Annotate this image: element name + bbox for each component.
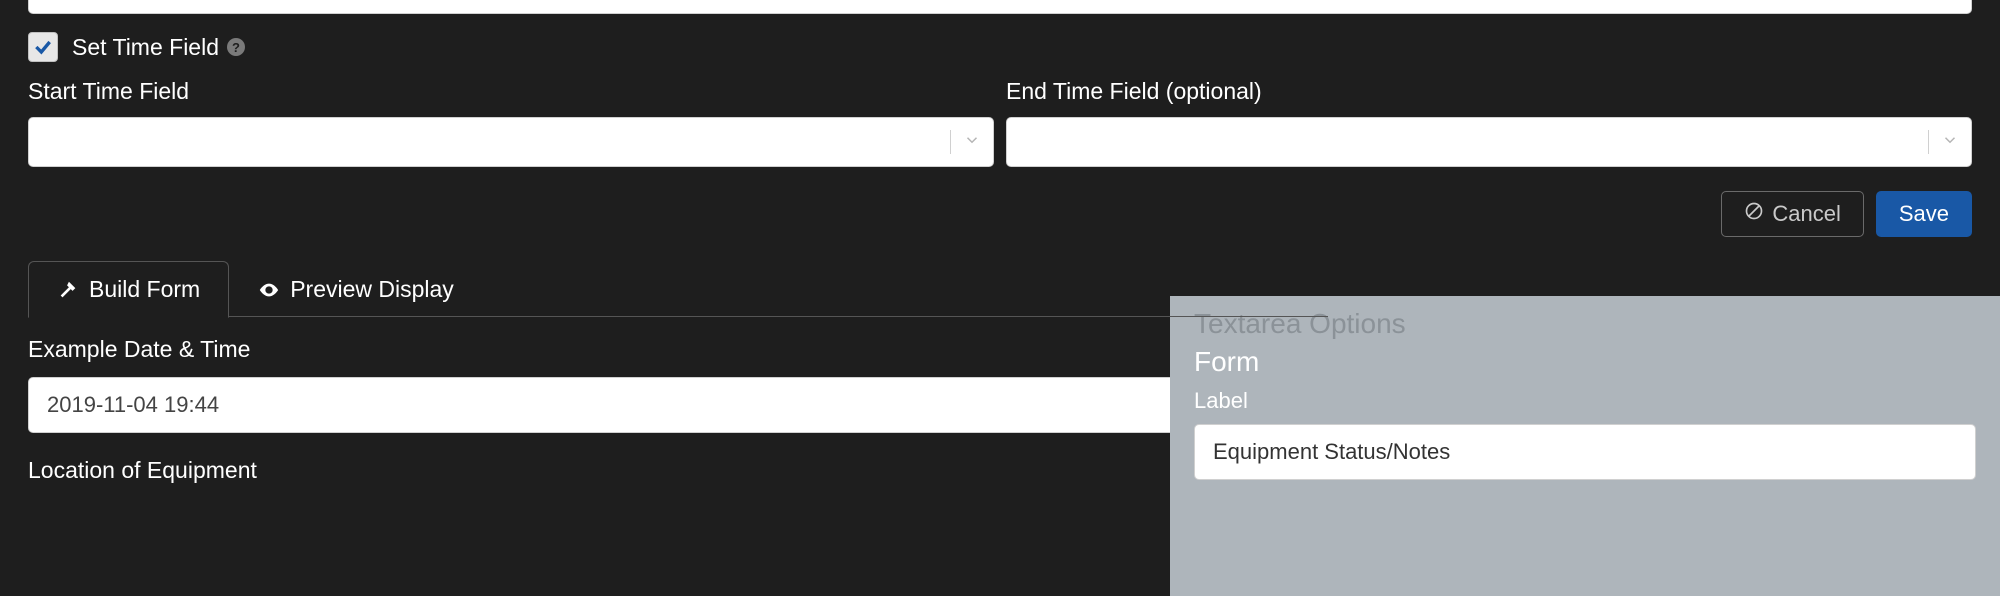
end-time-label: End Time Field (optional) xyxy=(1006,78,1972,105)
chevron-down-icon xyxy=(963,129,981,155)
set-time-field-text: Set Time Field xyxy=(72,34,219,61)
time-fields-row: Start Time Field End Time Field (optiona… xyxy=(28,78,1972,167)
start-time-label: Start Time Field xyxy=(28,78,994,105)
top-input-partial[interactable] xyxy=(28,0,1972,14)
check-icon xyxy=(33,37,53,57)
select-divider xyxy=(1928,130,1929,154)
set-time-field-checkbox[interactable] xyxy=(28,32,58,62)
cancel-button[interactable]: Cancel xyxy=(1721,191,1863,237)
tab-preview-display[interactable]: Preview Display xyxy=(229,261,483,317)
button-row: Cancel Save xyxy=(28,191,1972,237)
cancel-icon xyxy=(1744,201,1764,227)
set-time-field-label: Set Time Field ? xyxy=(72,34,245,61)
start-time-select[interactable] xyxy=(28,117,994,167)
tab-build-label: Build Form xyxy=(89,276,200,303)
tab-build-form[interactable]: Build Form xyxy=(28,261,229,318)
date-input-group xyxy=(28,377,1342,433)
save-label: Save xyxy=(1899,201,1949,227)
panel-section: Form xyxy=(1194,346,1976,378)
cancel-label: Cancel xyxy=(1772,201,1840,227)
tab-preview-label: Preview Display xyxy=(290,276,454,303)
panel-label: Label xyxy=(1194,388,1976,414)
eye-icon xyxy=(258,279,280,301)
hammer-icon xyxy=(57,279,79,301)
start-time-col: Start Time Field xyxy=(28,78,994,167)
select-divider xyxy=(950,130,951,154)
help-icon[interactable]: ? xyxy=(227,38,245,56)
panel-label-input[interactable] xyxy=(1194,424,1976,480)
panel-title: Textarea Options xyxy=(1194,308,1976,340)
set-time-field-row: Set Time Field ? xyxy=(28,32,1972,62)
example-date-input[interactable] xyxy=(28,377,1286,433)
save-button[interactable]: Save xyxy=(1876,191,1972,237)
end-time-col: End Time Field (optional) xyxy=(1006,78,1972,167)
chevron-down-icon xyxy=(1941,129,1959,155)
end-time-select[interactable] xyxy=(1006,117,1972,167)
textarea-options-panel: Textarea Options Form Label xyxy=(1170,296,2000,596)
